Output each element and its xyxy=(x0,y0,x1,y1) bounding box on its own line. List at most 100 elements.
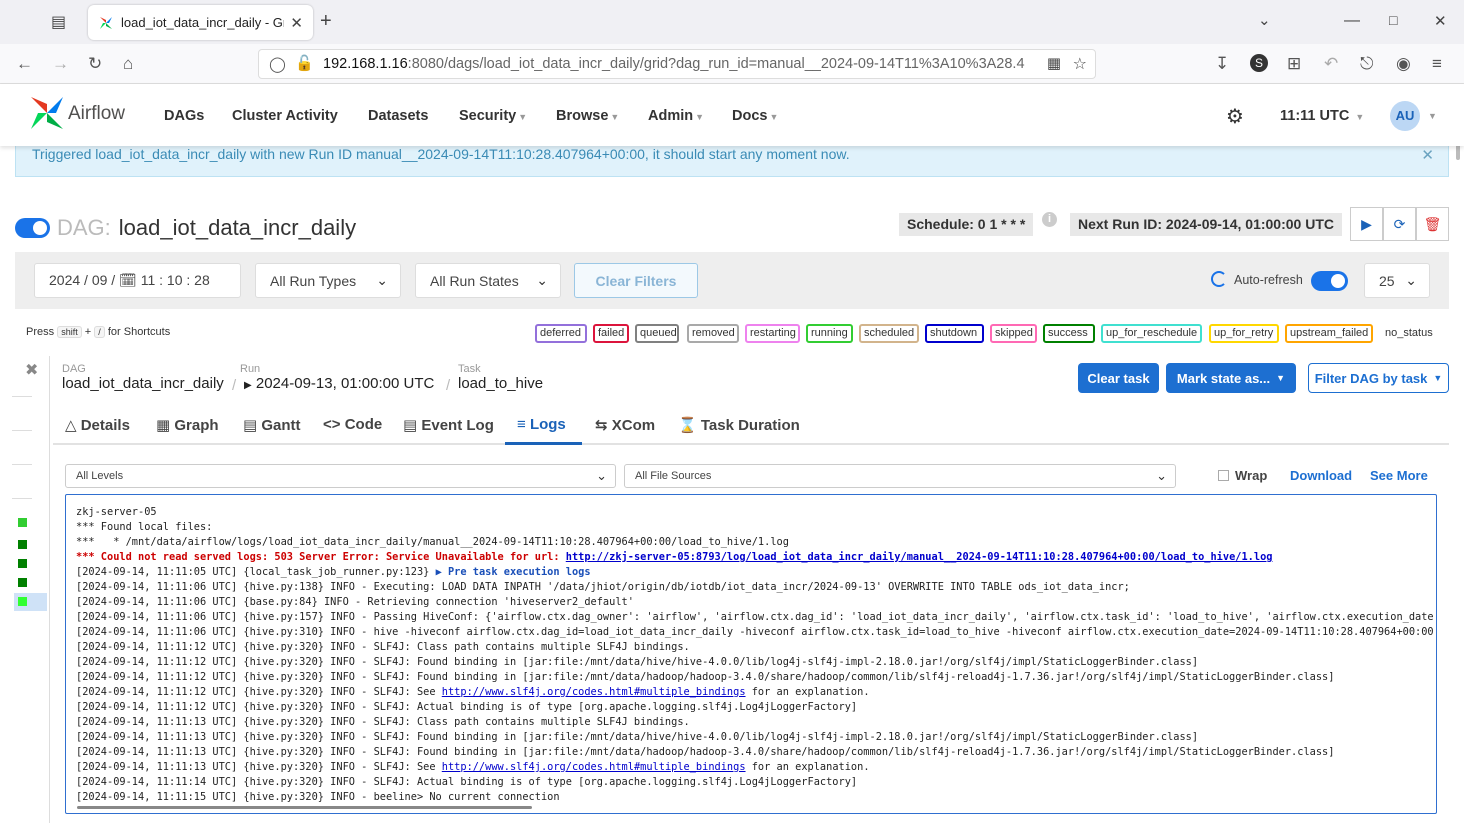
state-upstream-failed[interactable]: upstream_failed xyxy=(1285,324,1373,343)
reparse-dag-button[interactable]: ⟳ xyxy=(1383,207,1416,241)
mark-state-button[interactable]: Mark state as... ▼ xyxy=(1166,363,1296,393)
log-link[interactable]: http://www.slf4j.org/codes.html#multiple… xyxy=(442,761,746,773)
url-bar[interactable]: ◯ 🔓 192.168.1.16:8080/dags/load_iot_data… xyxy=(258,49,1096,79)
caret-down-icon[interactable]: ▼ xyxy=(1428,111,1437,121)
tab-code[interactable]: <> Code xyxy=(323,416,382,433)
dag-pause-toggle[interactable] xyxy=(15,218,50,238)
run-type-select[interactable]: All Run Types ⌄ xyxy=(255,263,401,298)
menu-security[interactable]: Security ▼ xyxy=(459,108,527,124)
maximize-icon[interactable]: □ xyxy=(1389,12,1397,28)
state-shutdown[interactable]: shutdown xyxy=(925,324,984,343)
state-deferred[interactable]: deferred xyxy=(535,324,587,343)
pre-task-logs-toggle[interactable]: ▶ Pre task execution logs xyxy=(436,566,591,578)
state-running[interactable]: running xyxy=(806,324,853,343)
extensions-icon[interactable]: ⎋ xyxy=(1360,55,1373,73)
tab-xcom-label: XCom xyxy=(611,417,656,434)
log-output[interactable]: zkj-server-05 *** Found local files: *** *… xyxy=(65,494,1437,814)
timezone-menu[interactable]: 11:11 UTC ▼ xyxy=(1280,108,1364,124)
forward-icon[interactable]: → xyxy=(52,55,69,73)
extension-s-icon[interactable]: S xyxy=(1250,54,1268,72)
state-up-for-reschedule[interactable]: up_for_reschedule xyxy=(1101,324,1202,343)
tab-logs[interactable]: ≡ Logs xyxy=(505,416,582,445)
crop-icon[interactable]: ⊞ xyxy=(1287,55,1301,73)
task-status-box[interactable] xyxy=(18,578,27,587)
browser-tab[interactable]: load_iot_data_incr_daily - Grid ✕ xyxy=(88,5,313,40)
tab-event-log[interactable]: ▤ Event Log xyxy=(403,416,494,434)
state-up-for-retry[interactable]: up_for_retry xyxy=(1209,324,1279,343)
download-icon[interactable]: ↧ xyxy=(1215,55,1229,73)
state-skipped[interactable]: skipped xyxy=(990,324,1037,343)
gantt-icon: ▤ xyxy=(243,417,258,434)
close-icon[interactable]: ✕ xyxy=(1421,146,1434,164)
execution-date-input[interactable]: 2024 / 09 / 🗓 11 : 10 : 28 xyxy=(34,263,241,298)
menu-browse[interactable]: Browse ▼ xyxy=(556,108,619,124)
gear-icon[interactable]: ⚙ xyxy=(1226,104,1244,129)
selected-task-status-box[interactable] xyxy=(18,597,27,606)
filter-dag-by-task-button[interactable]: Filter DAG by task ▼ xyxy=(1308,363,1449,393)
play-icon: ▶ xyxy=(1361,215,1372,232)
back-icon[interactable]: ← xyxy=(16,55,33,73)
breadcrumb-dag[interactable]: load_iot_data_incr_daily xyxy=(62,375,224,392)
log-link[interactable]: http://zkj-server-05:8793/log/load_iot_d… xyxy=(566,551,1273,563)
shield-icon[interactable]: ◯ xyxy=(269,55,286,73)
play-icon: ▶ xyxy=(244,380,252,391)
menu-cluster-activity[interactable]: Cluster Activity xyxy=(232,108,338,124)
tab-graph[interactable]: ▦ Graph xyxy=(156,416,219,434)
state-queued[interactable]: queued xyxy=(635,324,679,343)
breadcrumb-task[interactable]: load_to_hive xyxy=(458,375,543,392)
log-level-select[interactable]: All Levels ⌄ xyxy=(65,464,616,488)
bookmark-star-icon[interactable]: ☆ xyxy=(1072,54,1087,74)
undo-icon[interactable]: ↶ xyxy=(1324,55,1338,73)
wrap-checkbox[interactable] xyxy=(1218,470,1229,481)
download-link[interactable]: Download xyxy=(1290,468,1352,483)
tab-gantt[interactable]: ▤ Gantt xyxy=(243,416,301,434)
task-status-box[interactable] xyxy=(18,559,27,568)
state-no-status[interactable]: no_status xyxy=(1380,324,1436,343)
clear-task-button[interactable]: Clear task xyxy=(1078,363,1159,393)
tab-details[interactable]: △ Details xyxy=(65,416,130,434)
trigger-dag-button[interactable]: ▶ xyxy=(1350,207,1383,241)
log-line: [2024-09-14, 11:11:13 UTC] {hive.py:320}… xyxy=(76,716,690,728)
new-tab-icon[interactable]: + xyxy=(320,10,332,33)
info-icon[interactable]: i xyxy=(1042,212,1057,227)
clear-filters-button[interactable]: Clear Filters xyxy=(574,263,698,298)
chevron-down-icon[interactable]: ⌄ xyxy=(1258,11,1271,29)
insecure-lock-icon[interactable]: 🔓 xyxy=(295,54,314,72)
menu-datasets[interactable]: Datasets xyxy=(368,108,428,124)
state-failed[interactable]: failed xyxy=(593,324,629,343)
reload-icon[interactable]: ↻ xyxy=(88,55,102,73)
state-success[interactable]: success xyxy=(1043,324,1095,343)
menu-admin[interactable]: Admin ▼ xyxy=(648,108,704,124)
hamburger-menu-icon[interactable]: ≡ xyxy=(1432,55,1442,73)
tab-task-duration[interactable]: ⌛ Task Duration xyxy=(678,416,800,434)
minimize-icon[interactable]: — xyxy=(1344,12,1360,30)
close-window-icon[interactable]: ✕ xyxy=(1434,12,1447,30)
see-more-link[interactable]: See More xyxy=(1370,468,1428,483)
menu-dags[interactable]: DAGs xyxy=(164,108,204,124)
collapse-grid-icon[interactable]: ✖ xyxy=(25,360,38,380)
breadcrumb-run[interactable]: ▶ 2024-09-13, 01:00:00 UTC xyxy=(244,375,434,392)
close-tab-icon[interactable]: ✕ xyxy=(290,14,303,32)
private-mask-icon[interactable]: ◉ xyxy=(1396,55,1411,73)
state-scheduled[interactable]: scheduled xyxy=(859,324,919,343)
log-source-select[interactable]: All File Sources ⌄ xyxy=(624,464,1176,488)
delete-dag-button[interactable]: 🗑 xyxy=(1416,207,1449,241)
qr-code-icon[interactable]: ▦ xyxy=(1046,54,1061,72)
run-status-box[interactable] xyxy=(18,518,27,527)
state-restarting[interactable]: restarting xyxy=(745,324,800,343)
log-link[interactable]: http://www.slf4j.org/codes.html#multiple… xyxy=(442,686,746,698)
brand-name[interactable]: Airflow xyxy=(68,103,125,125)
home-icon[interactable]: ⌂ xyxy=(123,55,133,73)
tab-list-icon[interactable]: ▤ xyxy=(51,12,66,32)
menu-docs[interactable]: Docs ▼ xyxy=(732,108,778,124)
task-status-box[interactable] xyxy=(18,540,27,549)
avatar[interactable]: AU xyxy=(1390,101,1420,131)
auto-refresh-toggle[interactable] xyxy=(1311,271,1348,291)
run-state-select[interactable]: All Run States ⌄ xyxy=(415,263,561,298)
log-horizontal-scrollbar[interactable] xyxy=(77,806,532,809)
state-removed[interactable]: removed xyxy=(687,324,739,343)
airflow-logo-icon[interactable] xyxy=(28,94,66,132)
tab-xcom[interactable]: ⇆ XCom xyxy=(595,416,655,434)
log-error-text: *** Could not read served logs: 503 Serv… xyxy=(76,551,566,563)
page-size-select[interactable]: 25 ⌄ xyxy=(1364,263,1430,298)
